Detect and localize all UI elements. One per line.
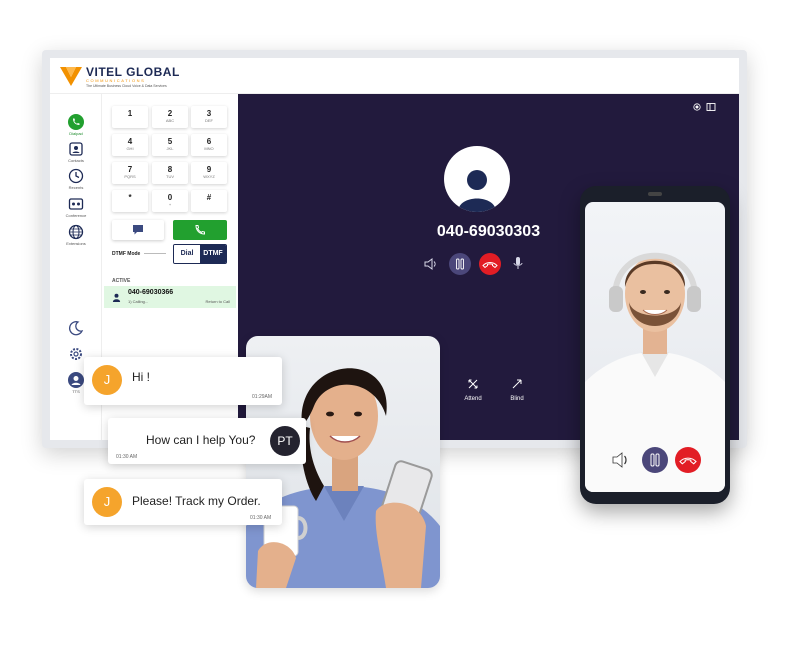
call-button[interactable] (173, 220, 227, 240)
toggle-dtmf[interactable]: DTMF (200, 245, 226, 263)
phone-icon (68, 114, 84, 130)
chat-message-customer: J Hi ! 01:29AM (84, 357, 282, 405)
avatar: J (92, 365, 122, 395)
dial-key[interactable]: 7 PQRS (112, 162, 148, 184)
gear-icon (70, 348, 82, 360)
user-icon (112, 293, 121, 302)
chat-time: 01:30 AM (250, 515, 272, 521)
dial-key[interactable]: 1 (112, 106, 148, 128)
app-header: VITEL GLOBAL COMMUNICATIONS The Ultimate… (50, 58, 739, 94)
microphone-icon[interactable] (511, 256, 525, 270)
user-avatar-icon (68, 372, 84, 388)
record-icon[interactable] (693, 103, 701, 111)
conference-icon (68, 198, 84, 210)
chat-text: How can I help You? (146, 433, 256, 447)
phone-camera (648, 192, 662, 196)
moon-icon (69, 321, 84, 336)
chat-message-customer: J Please! Track my Order. 01:30 AM (84, 479, 282, 525)
pause-icon (456, 258, 464, 270)
dial-key[interactable]: 8 TUV (152, 162, 188, 184)
end-call-icon (482, 262, 498, 269)
clock-icon (68, 168, 84, 184)
sidebar-item-label: Recents (68, 185, 84, 190)
dtmf-mode-label: DTMF Mode (112, 251, 141, 257)
sidebar-item-conference[interactable]: Conference (50, 196, 102, 218)
dial-key[interactable]: 2 ABC (152, 106, 188, 128)
toggle-dial[interactable]: Dial (174, 245, 200, 263)
blind-transfer-button[interactable]: Blind (502, 376, 532, 402)
sidebar-item-dialpad[interactable]: Dialpad (50, 114, 102, 136)
dial-key[interactable]: 6 MNO (191, 134, 227, 156)
blind-label: Blind (510, 396, 524, 402)
active-call-number: 040-69030366 (128, 289, 174, 296)
message-button[interactable] (112, 220, 164, 240)
globe-icon (68, 224, 84, 240)
smartphone (580, 186, 730, 504)
panel-toggle-icon[interactable] (706, 103, 716, 111)
dial-key[interactable]: 9 WXYZ (191, 162, 227, 184)
vitel-logo-icon (60, 67, 82, 86)
brand-tagline: The Ultimate Business Cloud Voice & Data… (86, 84, 167, 88)
active-call-status: 1) Calling... (128, 299, 149, 304)
transfer-icon (468, 379, 478, 389)
avatar: J (92, 487, 122, 517)
hangup-button[interactable] (479, 253, 501, 275)
chat-text: Please! Track my Order. (132, 494, 261, 508)
hold-button[interactable] (449, 253, 471, 275)
hold-button[interactable] (642, 447, 668, 473)
phone-icon (195, 225, 205, 235)
brand-subtitle: COMMUNICATIONS (86, 78, 146, 83)
divider (144, 253, 166, 254)
sidebar-item-extensions[interactable]: Extensions (50, 224, 102, 246)
caller-avatar (444, 146, 510, 212)
dial-key[interactable]: 4 GHI (112, 134, 148, 156)
dial-key[interactable]: 0 + (152, 190, 188, 212)
video-call-screen (585, 202, 725, 492)
sidebar-item-label: Dialpad (69, 131, 83, 136)
end-call-icon (679, 457, 697, 465)
speaker-icon[interactable] (611, 450, 631, 470)
user-icon (458, 170, 496, 212)
attend-transfer-button[interactable]: Attend (458, 376, 488, 402)
chat-text: Hi ! (132, 370, 150, 384)
sidebar-item-contacts[interactable]: Contacts (50, 141, 102, 163)
sidebar-item-label: Extensions (66, 241, 86, 246)
chat-icon (133, 225, 143, 235)
sidebar-item-label: Conference (65, 213, 87, 218)
dial-key[interactable]: 5 JKL (152, 134, 188, 156)
hangup-button[interactable] (675, 447, 701, 473)
pause-icon (650, 453, 660, 467)
avatar: PT (270, 426, 300, 456)
chat-time: 01:30 AM (116, 454, 138, 460)
active-section-label: ACTIVE (112, 278, 131, 284)
dial-key[interactable]: 3 DEF (191, 106, 227, 128)
window-controls (693, 99, 717, 117)
dial-dtmf-toggle[interactable]: Dial DTMF (173, 244, 227, 264)
sidebar-item-label: Contacts (68, 158, 84, 163)
brand-name: VITEL GLOBAL (86, 65, 180, 79)
arrow-icon (512, 379, 522, 389)
dial-key[interactable]: * (112, 190, 148, 212)
dial-key[interactable]: # (191, 190, 227, 212)
attend-label: Attend (464, 396, 482, 402)
return-to-call-link[interactable]: Return to Call (206, 299, 230, 304)
active-call-item[interactable]: 040-69030366 1) Calling... Return to Cal… (104, 286, 236, 308)
speaker-icon[interactable] (424, 257, 438, 271)
sidebar-item-recents[interactable]: Recents (50, 168, 102, 190)
chat-message-agent: How can I help You? PT 01:30 AM (108, 418, 306, 464)
contacts-icon (69, 142, 83, 156)
chat-time: 01:29AM (252, 394, 273, 400)
theme-toggle[interactable] (50, 320, 102, 336)
